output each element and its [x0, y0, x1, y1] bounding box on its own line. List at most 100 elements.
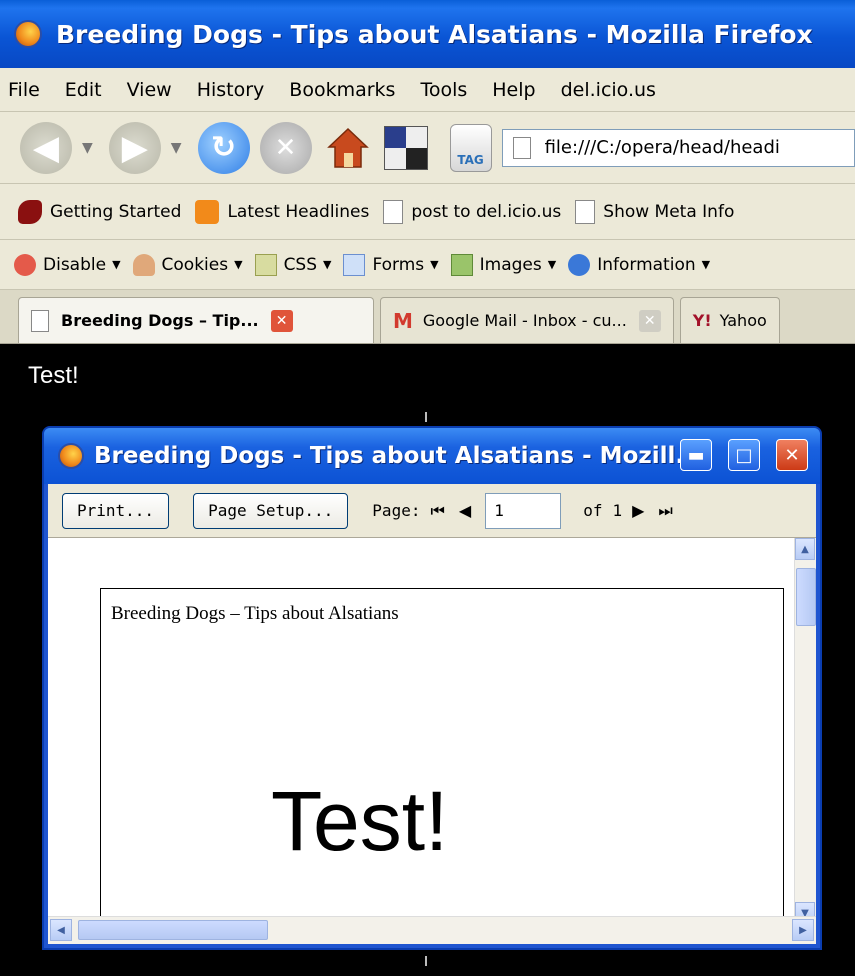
images-icon	[450, 253, 473, 276]
menu-delicious[interactable]: del.icio.us	[561, 79, 656, 101]
bookmark-label: Getting Started	[50, 201, 182, 222]
dev-label: Images	[479, 254, 542, 275]
page-number-input[interactable]	[485, 492, 562, 529]
next-page-icon[interactable]: ▶	[632, 501, 644, 520]
paper-body-text: Test!	[271, 774, 449, 868]
dev-css-menu[interactable]: CSS ▼	[254, 253, 332, 276]
menu-view[interactable]: View	[127, 79, 172, 101]
preview-content: Breeding Dogs – Tips about Alsatians Tes…	[48, 538, 816, 924]
cookies-icon	[132, 253, 155, 276]
tag-icon[interactable]: TAG	[449, 123, 492, 172]
dev-label: Cookies	[161, 254, 229, 275]
scroll-thumb[interactable]	[796, 568, 816, 626]
scroll-left-icon[interactable]: ◀	[50, 919, 72, 941]
bookmarks-toolbar: Getting Started Latest Headlines post to…	[0, 184, 855, 240]
reload-icon[interactable]: ↻	[197, 121, 250, 174]
last-page-icon[interactable]: ⏭	[658, 501, 672, 521]
print-preview-window: Breeding Dogs - Tips about Alsatians - M…	[42, 426, 822, 950]
tab-breeding-dogs[interactable]: Breeding Dogs – Tip... ✕	[18, 297, 374, 343]
url-text: file:///C:/opera/head/headi	[544, 137, 780, 158]
horizontal-scrollbar[interactable]: ◀ ▶	[48, 916, 816, 944]
paper-header: Breeding Dogs – Tips about Alsatians	[111, 603, 399, 624]
tab-label: Yahoo	[719, 311, 767, 330]
firefox-logo-icon	[58, 443, 84, 469]
chevron-down-icon: ▼	[547, 258, 557, 271]
tab-yahoo[interactable]: Y! Yahoo	[679, 297, 780, 343]
close-tab-icon[interactable]: ✕	[638, 309, 661, 332]
chevron-down-icon: ▼	[430, 258, 439, 271]
back-dropdown-icon[interactable]: ▼	[82, 140, 93, 156]
divider	[425, 412, 427, 422]
page-icon	[383, 199, 404, 224]
chevron-down-icon: ▼	[112, 258, 121, 271]
menu-help[interactable]: Help	[492, 79, 535, 101]
firefox-bookmark-icon	[18, 199, 42, 224]
menu-edit[interactable]: Edit	[65, 79, 102, 101]
minimize-button[interactable]: ▬	[680, 439, 712, 471]
total-pages: 1	[612, 501, 623, 520]
dev-disable-menu[interactable]: Disable ▼	[14, 253, 121, 276]
scroll-up-icon[interactable]: ▲	[795, 538, 815, 560]
menu-bookmarks[interactable]: Bookmarks	[289, 79, 395, 101]
forms-icon	[343, 253, 366, 276]
dev-forms-menu[interactable]: Forms ▼	[343, 253, 439, 276]
css-icon	[254, 253, 277, 276]
scroll-thumb[interactable]	[78, 920, 268, 940]
forward-dropdown-icon[interactable]: ▼	[171, 140, 182, 156]
chevron-down-icon: ▼	[234, 258, 243, 271]
disable-icon	[14, 253, 36, 276]
page-body-text: Test!	[28, 362, 79, 389]
page-setup-button[interactable]: Page Setup...	[193, 492, 349, 529]
menu-file[interactable]: File	[8, 79, 40, 101]
preview-paper: Breeding Dogs – Tips about Alsatians Tes…	[100, 588, 784, 924]
home-icon[interactable]	[322, 122, 374, 174]
close-button[interactable]: ✕	[776, 439, 808, 471]
page-icon	[575, 199, 596, 224]
page-label: Page:	[372, 501, 421, 520]
web-developer-toolbar: Disable ▼ Cookies ▼ CSS ▼ Forms ▼ Images ▼ In…	[0, 240, 855, 290]
maximize-button[interactable]: □	[728, 439, 760, 471]
dev-label: Information	[597, 254, 696, 275]
bookmark-label: Show Meta Info	[603, 201, 735, 222]
window-title: Breeding Dogs - Tips about Alsatians - M…	[56, 19, 813, 49]
bookmark-latest-headlines[interactable]: Latest Headlines	[195, 199, 369, 224]
bookmark-getting-started[interactable]: Getting Started	[18, 199, 182, 224]
back-arrow-icon[interactable]: ◀	[20, 121, 72, 174]
print-button[interactable]: Print...	[62, 492, 170, 529]
dev-label: CSS	[283, 254, 318, 275]
dev-images-menu[interactable]: Images ▼	[450, 253, 557, 276]
first-page-icon[interactable]: ⏮	[430, 501, 444, 521]
dev-cookies-menu[interactable]: Cookies ▼	[132, 253, 243, 276]
menu-bar: File Edit View History Bookmarks Tools H…	[0, 68, 855, 112]
chevron-down-icon: ▼	[323, 258, 332, 271]
tab-bar: Breeding Dogs – Tip... ✕ M Google Mail -…	[0, 290, 855, 344]
bookmark-label: post to del.icio.us	[411, 201, 562, 222]
url-field[interactable]: file:///C:/opera/head/headi	[501, 128, 855, 167]
dev-label: Forms	[372, 254, 425, 275]
bookmark-post-delicious[interactable]: post to del.icio.us	[383, 199, 562, 224]
forward-arrow-icon[interactable]: ▶	[108, 121, 161, 174]
yahoo-icon: Y!	[692, 311, 712, 330]
previous-page-icon[interactable]: ◀	[459, 501, 471, 520]
stop-icon[interactable]: ✕	[259, 121, 312, 174]
dev-information-menu[interactable]: Information ▼	[568, 253, 710, 276]
tab-label: Breeding Dogs – Tip...	[61, 311, 259, 330]
bookmark-show-meta-info[interactable]: Show Meta Info	[575, 199, 735, 224]
tab-label: Google Mail - Inbox - cu...	[422, 311, 627, 330]
window-titlebar[interactable]: Breeding Dogs - Tips about Alsatians - M…	[0, 0, 855, 68]
of-label: of	[583, 501, 603, 520]
page-icon	[31, 309, 49, 332]
tile-icon[interactable]	[383, 125, 428, 170]
preview-toolbar: Print... Page Setup... Page: ⏮ ◀ of 1 ▶ …	[48, 484, 816, 538]
preview-title: Breeding Dogs - Tips about Alsatians - M…	[94, 443, 702, 469]
vertical-scrollbar[interactable]: ▲ ▼	[794, 538, 816, 924]
menu-history[interactable]: History	[197, 79, 265, 101]
firefox-logo-icon	[14, 20, 42, 48]
tab-google-mail[interactable]: M Google Mail - Inbox - cu... ✕	[380, 297, 674, 343]
scroll-right-icon[interactable]: ▶	[792, 919, 814, 941]
home-svg	[326, 127, 369, 168]
menu-tools[interactable]: Tools	[420, 79, 467, 101]
dev-label: Disable	[43, 254, 107, 275]
close-tab-icon[interactable]: ✕	[270, 309, 293, 332]
information-icon	[568, 253, 591, 276]
